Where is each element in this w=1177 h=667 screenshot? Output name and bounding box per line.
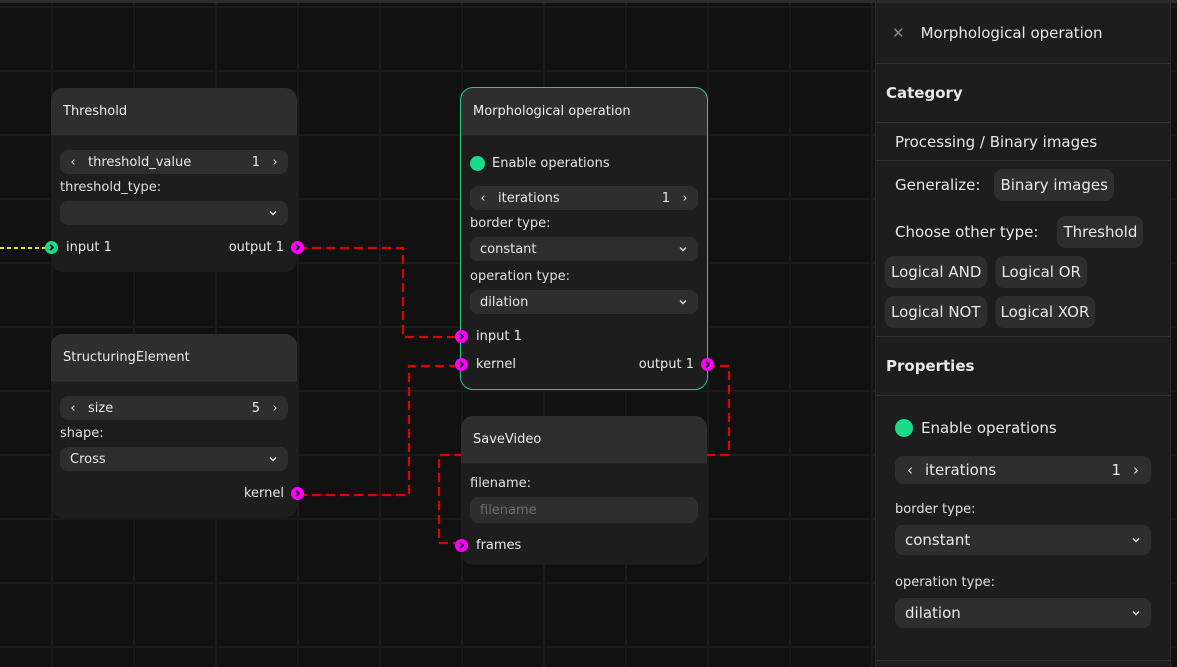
stepper-label: size	[88, 400, 114, 416]
chevron-down-icon	[679, 300, 687, 305]
other-type-label: Choose other type:	[895, 223, 1039, 241]
stepper-label: iterations	[925, 461, 997, 479]
output-label: output 1	[228, 239, 284, 255]
chevron-right-icon[interactable]: ›	[268, 401, 282, 416]
select-value: dilation	[480, 294, 529, 310]
generalize-label: Generalize:	[895, 176, 981, 194]
input-port[interactable]	[45, 240, 58, 254]
enable-operations-toggle[interactable]: Enable operations	[470, 150, 698, 176]
type-chip-threshold[interactable]: Threshold	[1057, 216, 1144, 248]
chevron-down-icon	[1132, 538, 1140, 543]
chevron-left-icon[interactable]: ‹	[476, 191, 490, 206]
frames-label: frames	[476, 537, 522, 553]
stepper-label: iterations	[498, 190, 560, 206]
properties-panel: ✕ Morphological operation Category Proce…	[875, 3, 1171, 667]
chevron-down-icon	[269, 211, 277, 216]
category-heading: Category	[886, 84, 963, 102]
close-icon[interactable]: ✕	[892, 24, 905, 42]
generalize-chip-binary-images[interactable]: Binary images	[994, 169, 1114, 201]
output-label: output 1	[638, 356, 694, 372]
chevron-down-icon	[269, 457, 277, 462]
threshold-type-label: threshold_type:	[60, 180, 162, 195]
morphological-operation-node[interactable]: Morphological operation Enable operation…	[455, 87, 714, 390]
select-value: constant	[905, 531, 971, 549]
chevron-right-icon	[459, 332, 465, 340]
chevron-down-icon	[679, 247, 687, 252]
operation-type-label: operation type:	[895, 575, 995, 590]
node-title[interactable]: Morphological operation	[461, 88, 707, 136]
border-type-label: border type:	[470, 216, 551, 231]
enable-operations-toggle[interactable]: Enable operations	[895, 414, 1151, 442]
stepper-value: 1	[1111, 461, 1121, 479]
filename-input[interactable]	[470, 497, 698, 523]
panel-title: Morphological operation	[920, 24, 1103, 42]
output-port[interactable]	[291, 240, 304, 254]
threshold-node[interactable]: Threshold ‹ threshold_value 1 › threshol…	[45, 88, 304, 272]
chevron-right-icon	[49, 243, 55, 251]
filename-label: filename:	[470, 476, 532, 491]
border-type-select[interactable]: constant	[470, 237, 698, 261]
select-value: dilation	[905, 604, 961, 622]
category-path: Processing / Binary images	[895, 132, 1098, 151]
iterations-stepper[interactable]: ‹ iterations 1 ›	[895, 456, 1151, 484]
chevron-right-icon	[295, 243, 301, 251]
type-chip-logical-not[interactable]: Logical NOT	[885, 296, 987, 328]
operation-type-select[interactable]: dilation	[895, 598, 1151, 628]
select-value: Cross	[70, 451, 106, 467]
output-port[interactable]	[701, 357, 714, 371]
toggle-on-indicator[interactable]	[470, 155, 485, 171]
properties-heading: Properties	[886, 357, 975, 375]
stepper-value: 1	[661, 190, 670, 206]
toggle-on-indicator[interactable]	[895, 419, 913, 437]
frames-input-port[interactable]	[455, 538, 468, 552]
border-type-label: border type:	[895, 502, 976, 517]
border-type-select[interactable]: constant	[895, 525, 1151, 555]
chevron-left-icon[interactable]: ‹	[66, 401, 80, 416]
input1-label: input 1	[476, 328, 522, 344]
type-chip-logical-xor[interactable]: Logical XOR	[994, 296, 1096, 328]
structuring-element-node[interactable]: StructuringElement ‹ size 5 › shape: Cro…	[51, 334, 304, 518]
type-chip-logical-and[interactable]: Logical AND	[885, 256, 988, 288]
chevron-left-icon[interactable]: ‹	[66, 155, 80, 170]
chevron-right-icon	[705, 360, 711, 368]
chevron-right-icon[interactable]: ›	[1129, 461, 1143, 479]
chevron-right-icon	[459, 360, 465, 368]
chevron-right-icon	[459, 541, 465, 549]
kernel-output-port[interactable]	[291, 486, 304, 500]
toggle-label: Enable operations	[492, 155, 610, 171]
iterations-stepper[interactable]: ‹ iterations 1 ›	[470, 186, 698, 210]
operation-type-select[interactable]: dilation	[470, 290, 698, 314]
size-stepper[interactable]: ‹ size 5 ›	[60, 396, 288, 420]
chevron-right-icon[interactable]: ›	[268, 155, 282, 170]
shape-label: shape:	[60, 426, 104, 441]
node-title[interactable]: SaveVideo	[461, 416, 707, 464]
type-chip-logical-or[interactable]: Logical OR	[995, 256, 1087, 288]
threshold-value-stepper[interactable]: ‹ threshold_value 1 ›	[60, 150, 288, 174]
toggle-label: Enable operations	[921, 419, 1057, 437]
chevron-right-icon[interactable]: ›	[678, 191, 692, 206]
kernel-input-port[interactable]	[455, 357, 468, 371]
stepper-value: 1	[251, 154, 260, 170]
kernel-label: kernel	[476, 356, 517, 372]
chevron-left-icon[interactable]: ‹	[903, 461, 917, 479]
chevron-down-icon	[1132, 611, 1140, 616]
select-value: constant	[480, 241, 537, 257]
input1-port[interactable]	[455, 329, 468, 343]
chevron-right-icon	[295, 489, 301, 497]
operation-type-label: operation type:	[470, 269, 570, 284]
input-label: input 1	[66, 239, 112, 255]
threshold-type-select[interactable]	[60, 201, 288, 225]
shape-select[interactable]: Cross	[60, 447, 288, 471]
divider	[876, 660, 1170, 661]
node-title[interactable]: Threshold	[51, 88, 297, 136]
stepper-label: threshold_value	[88, 154, 192, 170]
node-title[interactable]: StructuringElement	[51, 334, 297, 382]
output-label: kernel	[243, 485, 284, 501]
stepper-value: 5	[251, 400, 260, 416]
save-video-node[interactable]: SaveVideo filename: frames	[455, 416, 707, 565]
